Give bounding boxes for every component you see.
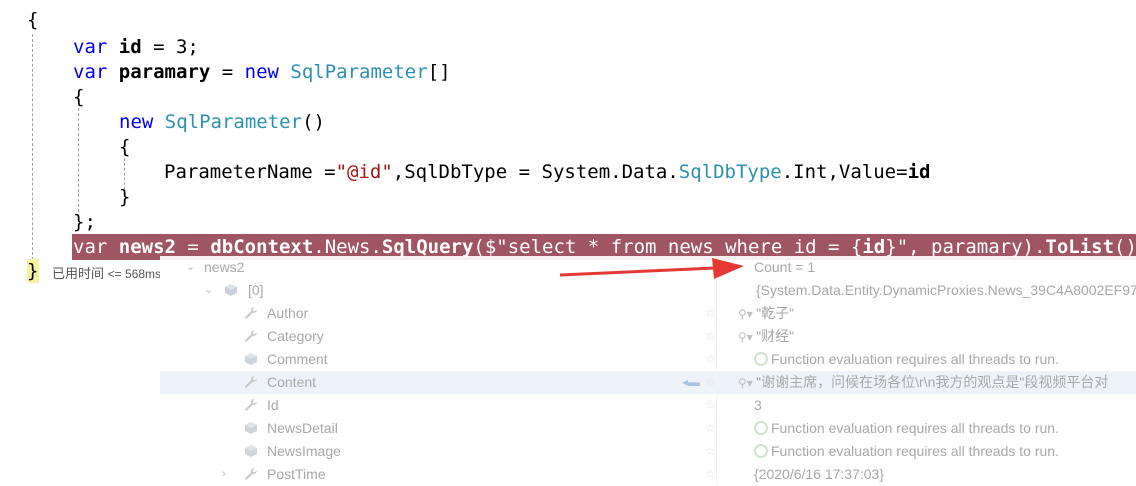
annotation-arrow <box>559 258 744 279</box>
